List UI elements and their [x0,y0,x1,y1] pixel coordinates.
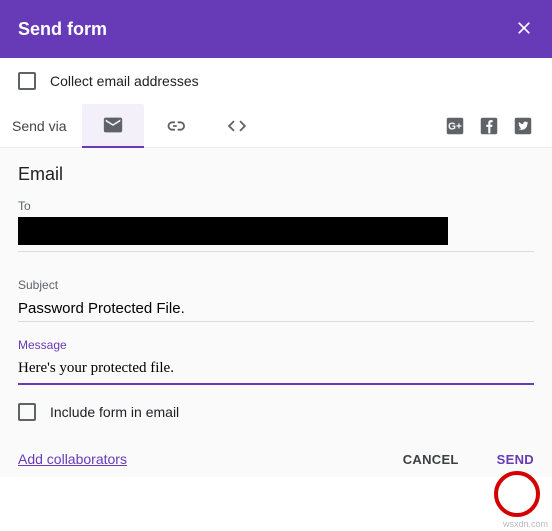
subject-label: Subject [18,278,534,292]
include-form-label: Include form in email [50,404,179,420]
email-section-title: Email [18,164,534,185]
tab-embed[interactable] [206,104,268,148]
tab-link[interactable] [144,104,206,148]
googleplus-icon: G+ [444,115,466,137]
send-via-label: Send via [12,118,66,134]
watermark: wsxdn.com [503,519,548,529]
add-collaborators-link[interactable]: Add collaborators [18,451,127,467]
link-icon [164,115,186,137]
to-label: To [18,199,534,213]
cancel-button[interactable]: CANCEL [403,452,459,467]
collect-email-checkbox[interactable] [18,72,36,90]
to-input[interactable] [18,217,448,245]
close-icon[interactable] [514,18,534,41]
twitter-icon [512,115,534,137]
message-input[interactable] [18,356,534,383]
share-facebook[interactable] [472,104,506,148]
subject-input[interactable] [18,296,534,322]
message-label: Message [18,338,534,352]
send-via-row: Send via G+ [0,104,552,148]
annotation-circle [494,471,540,517]
share-twitter[interactable] [506,104,540,148]
facebook-icon [478,115,500,137]
collect-email-label: Collect email addresses [50,73,199,89]
collect-email-row: Collect email addresses [0,58,552,104]
include-form-checkbox[interactable] [18,403,36,421]
send-button[interactable]: SEND [497,452,534,467]
email-icon [102,114,124,136]
share-googleplus[interactable]: G+ [438,104,472,148]
tab-email[interactable] [82,104,144,148]
dialog-title: Send form [18,19,107,40]
svg-text:G+: G+ [448,121,462,132]
embed-icon [226,115,248,137]
